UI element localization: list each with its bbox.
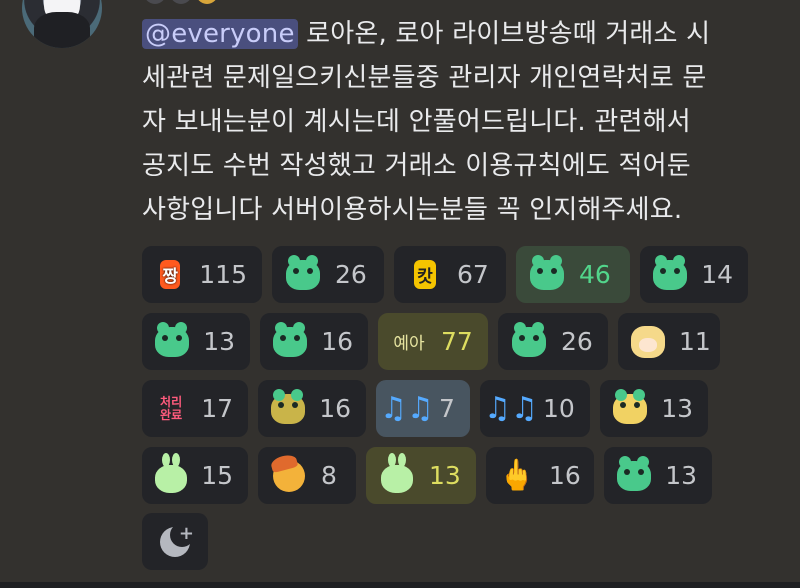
frog-smirk-icon <box>273 321 308 360</box>
frog-cheer-icon <box>529 254 565 293</box>
reaction-count: 7 <box>439 394 455 423</box>
bottom-bar <box>0 582 800 588</box>
reaction-count: 67 <box>457 260 489 289</box>
smiley-hat-icon <box>271 458 307 494</box>
reaction-count: 17 <box>201 394 233 423</box>
message-line-3: 자 보내는분이 계시는데 안풀어드립니다. 관련해서 <box>142 107 691 137</box>
reaction-duck[interactable]: 13 <box>600 380 708 437</box>
reaction-count: 115 <box>199 260 247 289</box>
reaction-bunny-active[interactable]: 13 <box>366 447 476 504</box>
reaction-music-notes[interactable]: ♫♫ 10 <box>480 380 590 437</box>
bunny-icon <box>155 452 188 494</box>
music-notes-icon: ♫♫ <box>484 390 538 426</box>
reaction-count: 15 <box>201 461 233 490</box>
reaction-count: 26 <box>335 260 367 289</box>
message-line-4: 공지도 수번 작성했고 거래소 이용규칙에도 적어둔 <box>142 151 691 181</box>
reaction-count: 16 <box>319 394 351 423</box>
jjang-icon: 짱 <box>155 257 185 293</box>
music-notes-icon: ♫♫ <box>380 390 434 426</box>
reaction-frog-hat[interactable]: 16 <box>258 380 366 437</box>
reaction-count: 13 <box>665 461 697 490</box>
frog-icon <box>155 321 190 360</box>
message-line-5: 사항입니다 서버이용하시는분들 꼭 인지해주세요. <box>142 195 683 225</box>
frog-smile-icon <box>285 254 321 293</box>
reaction-girl[interactable]: 11 <box>618 313 720 370</box>
reaction-count: 26 <box>561 327 593 356</box>
yeah-icon: 예아 <box>393 334 425 354</box>
reaction-music-notes-active[interactable]: ♫♫ 7 <box>376 380 470 437</box>
reaction-count: 13 <box>429 461 461 490</box>
reaction-count: 77 <box>441 327 473 356</box>
reaction-bar: 짱 115 26 캇 67 46 14 13 16 예아 77 26 11 처리… <box>142 246 782 514</box>
middle-finger-icon: 🖕 <box>498 458 536 493</box>
reaction-count: 10 <box>543 394 575 423</box>
role-badge-icon <box>144 0 166 4</box>
user-avatar[interactable] <box>22 0 102 48</box>
reaction-frog-smile[interactable]: 26 <box>272 246 384 303</box>
everyone-mention[interactable]: @everyone <box>142 19 298 49</box>
plus-icon: + <box>178 523 194 544</box>
reaction-count: 13 <box>661 394 693 423</box>
frog-cheer-icon <box>653 254 688 293</box>
role-badge-icon <box>196 0 218 4</box>
reaction-kat[interactable]: 캇 67 <box>394 246 506 303</box>
role-badge-icon <box>170 0 192 4</box>
frog-hat-icon <box>271 388 306 427</box>
message-header <box>144 0 218 8</box>
message-line-1: 로아온, 로아 라이브방송때 거래소 시 <box>297 19 711 49</box>
duck-icon <box>613 388 648 427</box>
reaction-frog-smirk[interactable]: 16 <box>260 313 368 370</box>
reaction-count: 16 <box>549 461 581 490</box>
reaction-frog[interactable]: 13 <box>142 313 250 370</box>
frog-wink-icon <box>511 321 547 360</box>
reaction-count: 46 <box>579 260 611 289</box>
reaction-frog-wink[interactable]: 26 <box>498 313 608 370</box>
reaction-cheori-wanryo[interactable]: 처리 완료 17 <box>142 380 248 437</box>
cheori-wanryo-icon: 처리 완료 <box>160 394 183 422</box>
frog-laugh-icon <box>617 455 652 494</box>
reaction-yeah-active[interactable]: 예아 77 <box>378 313 488 370</box>
bunny-icon <box>379 452 415 494</box>
reaction-smiley-hat[interactable]: 8 <box>258 447 356 504</box>
girl-icon <box>631 324 665 360</box>
message-line-2: 세관련 문제일으키신분들중 관리자 개인연락처로 문 <box>142 63 707 93</box>
reaction-count: 16 <box>321 327 353 356</box>
reaction-count: 11 <box>679 327 711 356</box>
reaction-frog-cheer-active[interactable]: 46 <box>516 246 630 303</box>
reaction-bunny[interactable]: 15 <box>142 447 248 504</box>
reaction-count: 13 <box>203 327 235 356</box>
reaction-jjang[interactable]: 짱 115 <box>142 246 262 303</box>
reaction-middle-finger[interactable]: 🖕 16 <box>486 447 594 504</box>
reaction-count: 8 <box>321 461 337 490</box>
reaction-count: 14 <box>701 260 733 289</box>
reaction-frog-cheer[interactable]: 14 <box>640 246 748 303</box>
reaction-frog-laugh[interactable]: 13 <box>604 447 712 504</box>
kat-icon: 캇 <box>407 257 443 293</box>
add-reaction-button[interactable]: + <box>142 513 208 570</box>
message-content: @everyone 로아온, 로아 라이브방송때 거래소 시 세관련 문제일으키… <box>142 12 782 232</box>
